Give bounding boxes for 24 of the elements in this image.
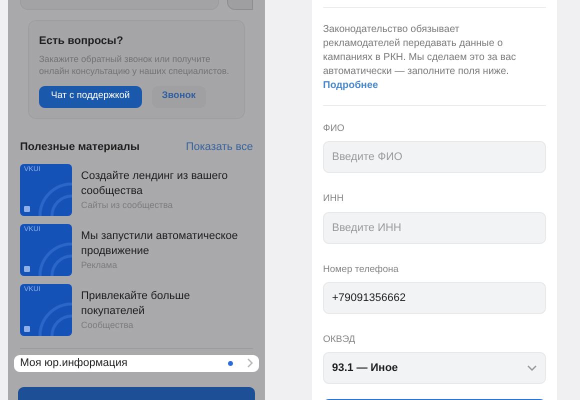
card-title: Есть вопросы?: [39, 34, 124, 49]
select-field[interactable]: 93.1 — Иное: [323, 352, 546, 384]
field-label: ФИО: [323, 122, 346, 136]
row-label: Моя юр.информация: [20, 356, 128, 371]
select-value: 93.1 — Иное: [332, 360, 399, 376]
logo-icon: [24, 326, 30, 332]
section-title: Полезные материалы: [20, 140, 140, 154]
input-field[interactable]: Введите ФИО: [323, 141, 546, 174]
article-title[interactable]: Создайте лендинг из вашего сообщества: [81, 169, 253, 199]
logo-icon: [24, 266, 30, 272]
field-label: ОКВЭД: [323, 332, 356, 347]
legal-info-row[interactable]: Моя юр.информация: [14, 355, 259, 372]
chevron-icon: [247, 358, 253, 368]
input-field[interactable]: +79091356662: [323, 282, 546, 314]
field-label: ИНН: [323, 192, 345, 206]
article-title[interactable]: Мы запустили автоматическое продвижение: [81, 229, 253, 259]
field-label: Номер телефона: [323, 262, 400, 276]
chat-button[interactable]: Чат с поддержкой: [39, 86, 142, 108]
input-field[interactable]: Введите ИНН: [323, 212, 546, 244]
chevron-down-icon: [527, 365, 537, 371]
article-title[interactable]: Привлекайте больше покупателей: [81, 289, 253, 319]
notice-text: Законодательство обязывает рекламодателей передавать данные о кампаниях в РКН. Мы сделаем это за вас автоматически — заполните поля ниже. Подробнее: [323, 23, 518, 93]
more-link[interactable]: Подробнее: [323, 80, 378, 91]
logo-icon: [24, 206, 30, 212]
